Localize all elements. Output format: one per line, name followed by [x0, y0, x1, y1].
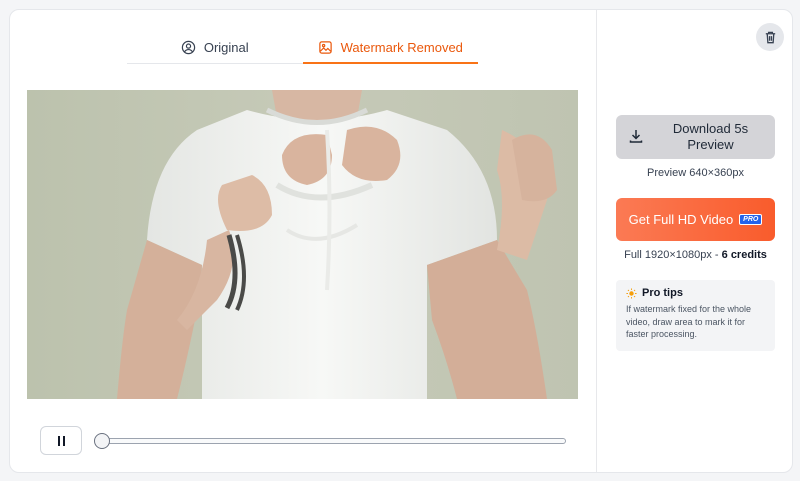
download-icon — [629, 130, 643, 143]
pro-tips-text: If watermark fixed for the whole video, … — [626, 304, 752, 339]
full-resolution-caption: Full 1920×1080px - 6 credits — [616, 249, 775, 261]
image-icon — [318, 41, 332, 54]
seek-track[interactable] — [102, 438, 566, 444]
panel-divider — [596, 10, 597, 472]
seek-thumb[interactable] — [94, 433, 110, 449]
preview-resolution-caption: Preview 640×360px — [647, 167, 744, 179]
pro-tips-title: Pro tips — [642, 287, 683, 299]
video-preview[interactable] — [27, 90, 578, 399]
tab-original[interactable]: Original — [127, 32, 303, 63]
tab-original-label: Original — [203, 40, 249, 55]
credits-count: 6 credits — [721, 249, 767, 261]
pro-tips-box: Pro tips If watermark fixed for the whol… — [616, 280, 775, 351]
tab-watermark-removed[interactable]: Watermark Removed — [302, 32, 479, 64]
tab-watermark-removed-label: Watermark Removed — [340, 40, 463, 55]
pro-tips-header: Pro tips — [626, 287, 765, 299]
get-full-hd-button[interactable]: Get Full HD Video PRO — [616, 198, 775, 241]
pause-button[interactable] — [40, 426, 82, 455]
get-full-hd-label: Get Full HD Video — [628, 212, 734, 227]
editor-card: Original Watermark Removed Download 5s P… — [9, 9, 793, 473]
pause-icon-bar-right — [62, 435, 65, 446]
delete-button[interactable] — [756, 23, 784, 51]
trash-icon — [765, 31, 775, 43]
sun-icon — [626, 287, 637, 299]
download-preview-button[interactable]: Download 5s Preview — [616, 115, 775, 159]
view-tabs: Original Watermark Removed — [127, 32, 478, 64]
download-preview-label: Download 5s Preview — [672, 121, 749, 152]
full-resolution-text: Full 1920×1080px - — [624, 249, 722, 261]
video-frame — [27, 90, 578, 399]
pause-icon-bar-left — [57, 435, 60, 446]
user-circle-icon — [181, 40, 196, 55]
pro-badge: PRO — [739, 214, 763, 225]
